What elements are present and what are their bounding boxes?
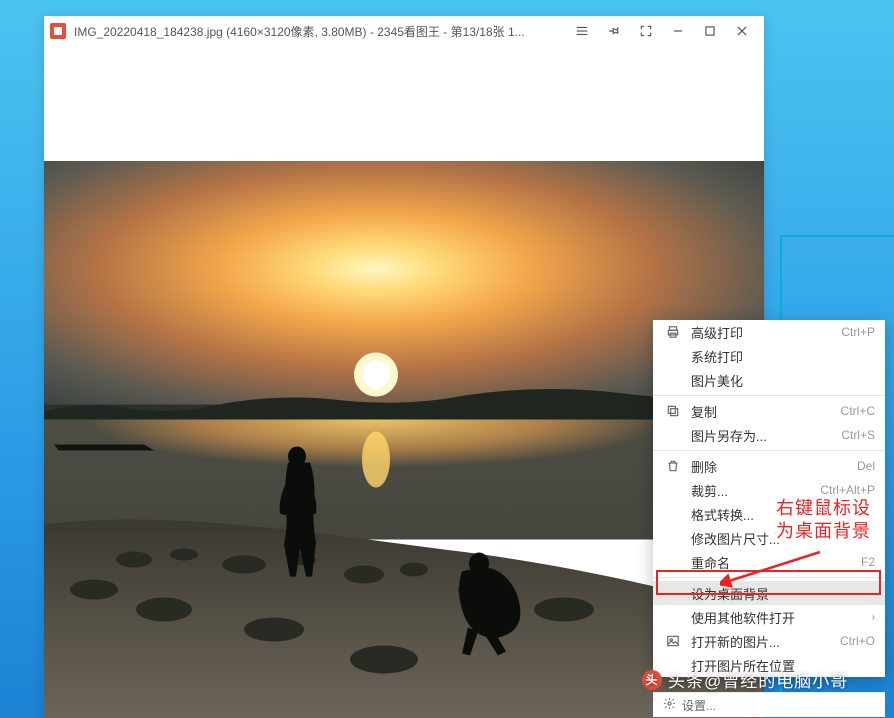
title-app: 2345看图王: [377, 25, 440, 39]
context-menu-footer[interactable]: 设置...: [653, 692, 885, 717]
maximize-icon[interactable]: [694, 16, 726, 46]
menu-icon[interactable]: [566, 16, 598, 46]
menu-item-13[interactable]: 设为桌面背景: [653, 581, 885, 605]
footer-label: 设置...: [682, 697, 716, 714]
trash-icon: [663, 459, 683, 473]
image-icon: [663, 634, 683, 648]
title-dims: (4160×3120像素, 3.80MB): [226, 25, 366, 39]
menu-item-shortcut: Ctrl+O: [840, 634, 875, 648]
gear-icon: [663, 697, 676, 713]
app-icon: [50, 23, 66, 39]
menu-item-15[interactable]: 打开新的图片... Ctrl+O: [653, 629, 885, 653]
title-counter: 第13/18张 1...: [451, 25, 525, 39]
menu-item-label: 图片美化: [683, 371, 875, 390]
annotation-text: 右键鼠标设 为桌面背景: [776, 497, 871, 544]
fullscreen-icon[interactable]: [630, 16, 662, 46]
menu-item-2[interactable]: 图片美化: [653, 368, 885, 392]
menu-item-shortcut: Ctrl+Alt+P: [820, 483, 875, 497]
menu-item-label: 设为桌面背景: [683, 584, 875, 603]
menu-item-shortcut: Ctrl+P: [841, 325, 875, 339]
menu-item-label: 使用其他软件打开: [683, 608, 866, 627]
copy-icon: [663, 404, 683, 418]
menu-separator: [653, 450, 885, 451]
menu-item-5[interactable]: 图片另存为... Ctrl+S: [653, 423, 885, 447]
watermark-text: 头条@曾经的电脑小哥: [668, 667, 848, 692]
watermark: 头 头条@曾经的电脑小哥: [642, 667, 848, 692]
menu-item-label: 复制: [683, 402, 831, 421]
annotation-line1: 右键鼠标设: [776, 497, 871, 520]
menu-item-0[interactable]: 高级打印 Ctrl+P: [653, 320, 885, 344]
window-controls: [566, 16, 758, 46]
menu-item-label: 高级打印: [683, 323, 831, 342]
printer-icon: [663, 325, 683, 339]
menu-item-shortcut: Ctrl+C: [841, 404, 875, 418]
menu-item-label: 打开新的图片...: [683, 632, 830, 651]
menu-separator: [653, 395, 885, 396]
menu-item-7[interactable]: 删除 Del: [653, 454, 885, 478]
menu-separator: [653, 577, 885, 578]
menu-item-label: 系统打印: [683, 347, 875, 366]
menu-item-shortcut: Del: [857, 459, 875, 473]
menu-item-4[interactable]: 复制 Ctrl+C: [653, 399, 885, 423]
menu-item-11[interactable]: 重命名 F2: [653, 550, 885, 574]
menu-item-shortcut: F2: [861, 555, 875, 569]
minimize-icon[interactable]: [662, 16, 694, 46]
menu-item-14[interactable]: 使用其他软件打开 ›: [653, 605, 885, 629]
menu-item-shortcut: Ctrl+S: [841, 428, 875, 442]
pin-icon[interactable]: [598, 16, 630, 46]
menu-item-label: 重命名: [683, 553, 851, 572]
titlebar: IMG_20220418_184238.jpg (4160×3120像素, 3.…: [44, 16, 764, 46]
menu-item-label: 删除: [683, 457, 847, 476]
watermark-icon: 头: [642, 670, 662, 690]
chevron-right-icon: ›: [872, 612, 875, 623]
window-title: IMG_20220418_184238.jpg (4160×3120像素, 3.…: [74, 23, 566, 40]
title-filename: IMG_20220418_184238.jpg: [74, 25, 223, 39]
menu-item-1[interactable]: 系统打印: [653, 344, 885, 368]
annotation-line2: 为桌面背景: [776, 520, 871, 543]
menu-item-label: 图片另存为...: [683, 426, 831, 445]
close-icon[interactable]: [726, 16, 758, 46]
